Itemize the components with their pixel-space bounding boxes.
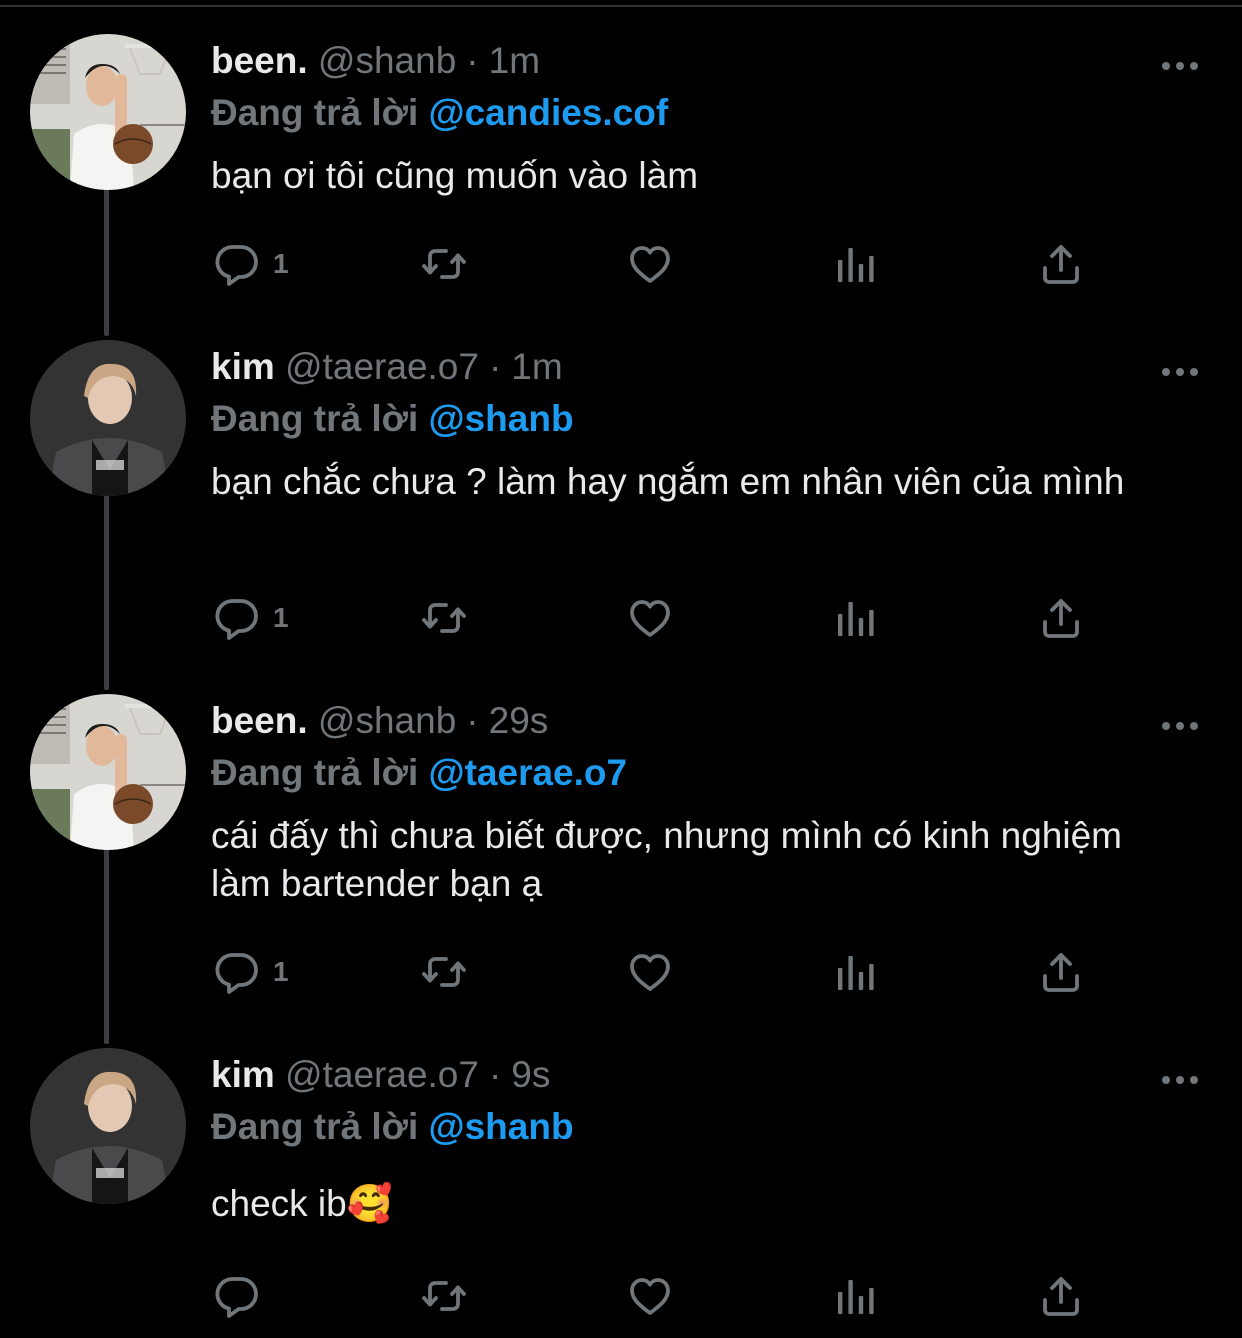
retweet-icon: [418, 594, 470, 642]
reply-context: Đang trả lời @candies.cof: [211, 88, 668, 138]
reply-count: 1: [273, 248, 289, 279]
reply-icon: [213, 1272, 261, 1320]
reply-prefix: Đang trả lời: [211, 92, 419, 133]
more-icon[interactable]: [1158, 362, 1202, 382]
display-name[interactable]: been.: [211, 700, 308, 741]
separator: ·: [488, 1054, 502, 1095]
share-icon: [1037, 240, 1085, 288]
display-name[interactable]: kim: [211, 1054, 275, 1095]
tweet-header: been. @shanb · 1m: [211, 36, 540, 86]
timestamp[interactable]: 9s: [511, 1054, 550, 1095]
more-icon[interactable]: [1158, 56, 1202, 76]
reply-context: Đang trả lời @taerae.o7: [211, 748, 627, 798]
like-button[interactable]: [625, 1266, 675, 1326]
tweet-text: bạn ơi tôi cũng muốn vào làm: [211, 155, 699, 196]
mention-link[interactable]: @candies.cof: [429, 92, 669, 133]
mention-link[interactable]: @shanb: [429, 1106, 574, 1147]
retweet-button[interactable]: [418, 588, 470, 648]
reply-icon: [213, 594, 261, 642]
analytics-icon: [832, 1272, 880, 1320]
timestamp[interactable]: 29s: [489, 700, 549, 741]
heart-icon: [625, 1272, 675, 1320]
share-icon: [1037, 594, 1085, 642]
more-icon[interactable]: [1158, 716, 1202, 736]
share-button[interactable]: [1037, 942, 1085, 1002]
timestamp[interactable]: 1m: [511, 346, 562, 387]
heart-icon: [625, 240, 675, 288]
analytics-icon: [832, 594, 880, 642]
like-button[interactable]: [625, 588, 675, 648]
user-handle[interactable]: @taerae.o7: [285, 346, 479, 387]
tweet-text: check ib🥰: [211, 1183, 393, 1224]
reply-count: 1: [273, 602, 289, 633]
action-bar: [0, 1266, 1242, 1326]
views-button[interactable]: [832, 942, 880, 1002]
top-divider: [0, 5, 1242, 7]
user-handle[interactable]: @shanb: [318, 40, 456, 81]
user-handle[interactable]: @taerae.o7: [285, 1054, 479, 1095]
mention-link[interactable]: @shanb: [429, 398, 574, 439]
reply-button[interactable]: 1: [213, 588, 289, 648]
avatar[interactable]: [30, 340, 186, 496]
display-name[interactable]: kim: [211, 346, 275, 387]
analytics-icon: [832, 948, 880, 996]
separator: ·: [466, 40, 479, 81]
action-bar: 1: [0, 234, 1242, 294]
reply-prefix: Đang trả lời: [211, 398, 419, 439]
action-bar: 1: [0, 942, 1242, 1002]
share-icon: [1037, 948, 1085, 996]
share-icon: [1037, 1272, 1085, 1320]
more-icon[interactable]: [1158, 1070, 1202, 1090]
retweet-icon: [418, 1272, 470, 1320]
like-button[interactable]: [625, 234, 675, 294]
heart-icon: [625, 594, 675, 642]
avatar[interactable]: [30, 1048, 186, 1204]
tweet-text: cái đấy thì chưa biết được, nhưng mình c…: [211, 815, 1122, 904]
retweet-icon: [418, 948, 470, 996]
retweet-button[interactable]: [418, 234, 470, 294]
tweet-header: kim @taerae.o7 · 9s: [211, 1050, 550, 1100]
mention-link[interactable]: @taerae.o7: [429, 752, 628, 793]
timestamp[interactable]: 1m: [489, 40, 540, 81]
tweet-text: bạn chắc chưa ? làm hay ngắm em nhân viê…: [211, 461, 1125, 502]
like-button[interactable]: [625, 942, 675, 1002]
reply-count: 1: [273, 956, 289, 987]
reply-prefix: Đang trả lời: [211, 752, 419, 793]
retweet-button[interactable]: [418, 942, 470, 1002]
reply-button[interactable]: 1: [213, 234, 289, 294]
reply-icon: [213, 240, 261, 288]
retweet-icon: [418, 240, 470, 288]
retweet-button[interactable]: [418, 1266, 470, 1326]
user-handle[interactable]: @shanb: [318, 700, 456, 741]
avatar[interactable]: [30, 694, 186, 850]
reply-button[interactable]: [213, 1266, 273, 1326]
separator: ·: [488, 346, 502, 387]
separator: ·: [466, 700, 479, 741]
views-button[interactable]: [832, 234, 880, 294]
tweet-header: been. @shanb · 29s: [211, 696, 548, 746]
views-button[interactable]: [832, 1266, 880, 1326]
heart-icon: [625, 948, 675, 996]
display-name[interactable]: been.: [211, 40, 308, 81]
reply-context: Đang trả lời @shanb: [211, 394, 574, 444]
share-button[interactable]: [1037, 588, 1085, 648]
action-bar: 1: [0, 588, 1242, 648]
reply-icon: [213, 948, 261, 996]
reply-button[interactable]: 1: [213, 942, 289, 1002]
views-button[interactable]: [832, 588, 880, 648]
reply-context: Đang trả lời @shanb: [211, 1102, 574, 1152]
tweet-header: kim @taerae.o7 · 1m: [211, 342, 563, 392]
share-button[interactable]: [1037, 234, 1085, 294]
avatar[interactable]: [30, 34, 186, 190]
analytics-icon: [832, 240, 880, 288]
reply-prefix: Đang trả lời: [211, 1106, 419, 1147]
share-button[interactable]: [1037, 1266, 1085, 1326]
